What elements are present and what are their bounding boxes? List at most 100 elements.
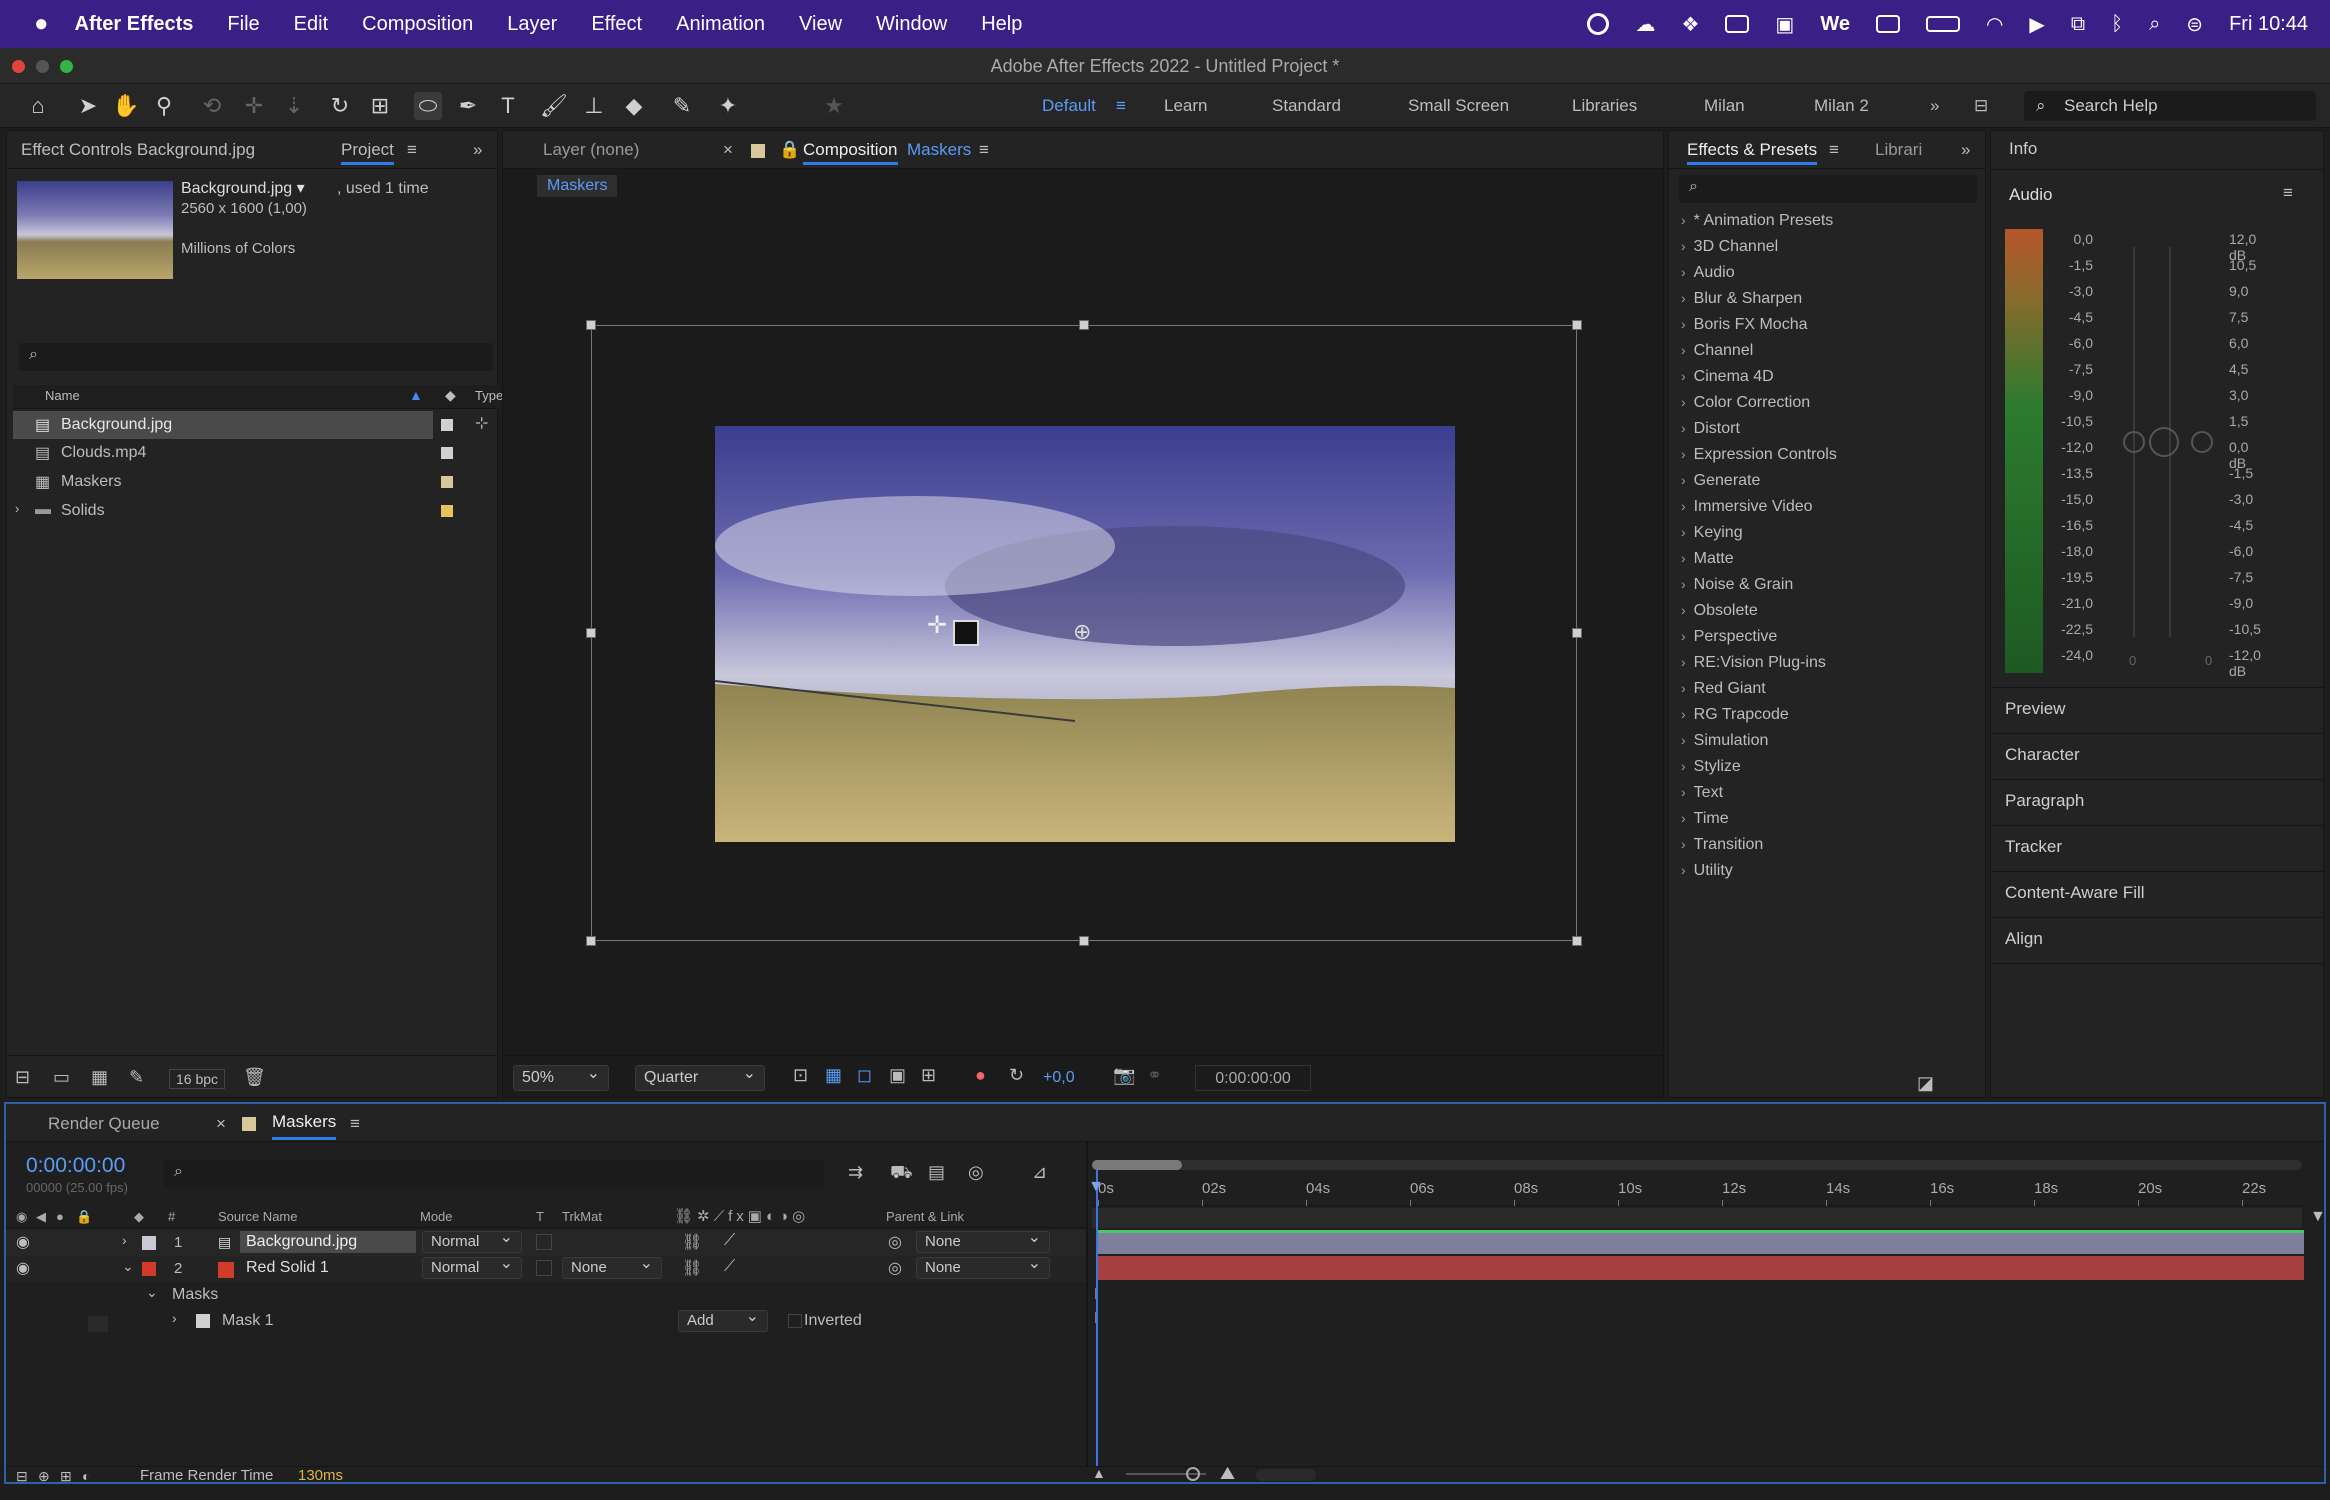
- shy-layers-icon[interactable]: ▤: [928, 1162, 945, 1183]
- project-item-clouds[interactable]: Clouds.mp4: [61, 439, 146, 467]
- minimize-window-button[interactable]: [36, 60, 49, 73]
- adjust-icon[interactable]: ✎: [129, 1067, 144, 1088]
- zoom-out-icon[interactable]: ▲: [1092, 1465, 1106, 1481]
- label-color[interactable]: [441, 505, 453, 517]
- eraser-tool-icon[interactable]: ◆: [620, 92, 648, 120]
- timeline-search-input[interactable]: ⌕: [164, 1160, 824, 1188]
- timeline-scroll[interactable]: [1256, 1469, 1316, 1481]
- label-col-icon[interactable]: ◆: [134, 1209, 144, 1225]
- guides-icon[interactable]: ⊞: [921, 1065, 936, 1086]
- visibility-eye-icon[interactable]: ◉: [16, 1258, 30, 1278]
- character-panel-header[interactable]: Character: [2005, 745, 2080, 765]
- clone-stamp-tool-icon[interactable]: ⊥: [580, 92, 608, 120]
- paragraph-panel-header[interactable]: Paragraph: [2005, 791, 2084, 811]
- preview-panel-header[interactable]: Preview: [2005, 699, 2065, 719]
- workspace-default[interactable]: Default: [1042, 96, 1096, 116]
- effect-category-item[interactable]: › Keying: [1681, 519, 1743, 545]
- mask-visibility-toggle[interactable]: [88, 1316, 108, 1332]
- resolution-dropdown[interactable]: Quarter: [635, 1062, 765, 1091]
- layer-bar-1[interactable]: [1096, 1230, 2304, 1254]
- zoom-tool-icon[interactable]: ⚲: [150, 92, 178, 120]
- cast-icon[interactable]: ▣: [1775, 12, 1794, 37]
- bbox-handle[interactable]: [1572, 628, 1582, 638]
- switches-col-icons[interactable]: ⛓✲⟋fx▣◐◑◎: [674, 1207, 809, 1225]
- mask-expand-chevron-icon[interactable]: ›: [172, 1310, 177, 1326]
- pan-tool-icon[interactable]: ✛: [240, 92, 268, 120]
- pickwhip-icon[interactable]: ◎: [888, 1232, 902, 1252]
- effect-category-item[interactable]: › Red Giant: [1681, 675, 1766, 701]
- spotlight-search-icon[interactable]: ⌕: [2149, 13, 2160, 36]
- effect-category-item[interactable]: › Color Correction: [1681, 389, 1810, 415]
- apple-icon[interactable]: ●: [34, 10, 49, 38]
- mask-mode-dropdown[interactable]: Add: [678, 1307, 768, 1332]
- project-item-solids[interactable]: Solids: [61, 497, 105, 525]
- layer-bar-2[interactable]: [1096, 1256, 2304, 1280]
- effect-category-item[interactable]: › Blur & Sharpen: [1681, 285, 1802, 311]
- label-icon[interactable]: ◆: [445, 387, 456, 404]
- toggle-modes-icon[interactable]: ⊕: [38, 1468, 50, 1485]
- workspace-menu-icon[interactable]: ≡: [1116, 96, 1126, 116]
- time-ruler[interactable]: 0s 02s 04s 06s 08s 10s 12s 14s 16s 18s 20s 22s: [1092, 1172, 2302, 1206]
- effect-category-item[interactable]: › Stylize: [1681, 753, 1741, 779]
- graph-editor-icon[interactable]: ⊿: [1032, 1162, 1047, 1183]
- bbox-handle[interactable]: [586, 320, 596, 330]
- panel-menu-icon[interactable]: ≡: [979, 131, 989, 169]
- play-icon[interactable]: ▶: [2029, 12, 2044, 37]
- workspace-small-screen[interactable]: Small Screen: [1408, 96, 1509, 116]
- effect-category-item[interactable]: › * Animation Presets: [1681, 207, 1833, 233]
- bluetooth-icon[interactable]: ᛒ: [2111, 13, 2123, 36]
- show-snapshot-icon[interactable]: ⚭: [1147, 1065, 1162, 1086]
- draft-3d-icon[interactable]: ⛟: [890, 1162, 913, 1186]
- app-icon[interactable]: [1725, 15, 1750, 33]
- tab-render-queue[interactable]: Render Queue: [48, 1114, 160, 1134]
- zoom-window-button[interactable]: [60, 60, 73, 73]
- lock-icon[interactable]: 🔒: [779, 131, 800, 169]
- snapshot-camera-icon[interactable]: 📷: [1113, 1065, 1135, 1086]
- masks-collapse-chevron-icon[interactable]: ⌄: [146, 1284, 158, 1301]
- effect-category-item[interactable]: › Noise & Grain: [1681, 571, 1793, 597]
- zoom-in-icon[interactable]: ⛰: [1220, 1463, 1235, 1484]
- tab-close-icon[interactable]: ×: [723, 131, 733, 169]
- toggle-in-out-icon[interactable]: ⊞: [60, 1468, 72, 1485]
- layer-parent-dropdown-1[interactable]: None: [916, 1228, 1050, 1253]
- workspace-libraries[interactable]: Libraries: [1572, 96, 1637, 116]
- control-center-icon[interactable]: ⊜: [2186, 12, 2203, 37]
- comp-marker-icon[interactable]: ▼: [2310, 1208, 2326, 1226]
- audio-slider-knob-center[interactable]: [2149, 427, 2179, 457]
- tab-close-icon[interactable]: ×: [216, 1114, 226, 1134]
- pen-tool-icon[interactable]: ✒: [454, 92, 482, 120]
- tracker-panel-header[interactable]: Tracker: [2005, 837, 2062, 857]
- align-panel-header[interactable]: Align: [2005, 929, 2043, 949]
- label-color[interactable]: [441, 447, 453, 459]
- render-time-icon[interactable]: ◐: [82, 1468, 90, 1484]
- menu-file[interactable]: File: [227, 13, 259, 36]
- panel-expand-icon[interactable]: »: [1961, 131, 1970, 169]
- sort-icon[interactable]: ▲: [409, 387, 423, 403]
- wifi-icon[interactable]: ◠: [1986, 12, 2003, 37]
- preserve-transparency-checkbox[interactable]: [536, 1234, 552, 1250]
- comp-breadcrumb[interactable]: Maskers: [537, 175, 618, 197]
- effect-category-item[interactable]: › 3D Channel: [1681, 233, 1778, 259]
- channel-icon[interactable]: ●: [975, 1065, 986, 1086]
- new-composition-icon[interactable]: ▦: [91, 1067, 108, 1088]
- effect-category-item[interactable]: › Generate: [1681, 467, 1760, 493]
- menu-app-name[interactable]: After Effects: [75, 13, 194, 36]
- transparency-grid-icon[interactable]: ▦: [825, 1065, 842, 1086]
- tab-libraries[interactable]: Librari: [1875, 131, 1922, 169]
- workspace-layout-icon[interactable]: ⊟: [1974, 96, 1988, 116]
- mask-visibility-icon[interactable]: ◻: [857, 1065, 872, 1086]
- mask-vertex-icon[interactable]: [953, 620, 979, 646]
- info-panel-header[interactable]: Info: [2009, 139, 2037, 159]
- layer-label-color[interactable]: [142, 1262, 156, 1276]
- col-trkmat[interactable]: TrkMat: [562, 1209, 602, 1224]
- workspace-milan[interactable]: Milan: [1704, 96, 1745, 116]
- anchor-tool-icon[interactable]: ⊞: [366, 92, 394, 120]
- tab-composition[interactable]: Composition: [803, 131, 898, 165]
- lock-col-icon[interactable]: 🔒: [76, 1209, 92, 1225]
- menu-effect[interactable]: Effect: [591, 13, 642, 36]
- new-folder-icon[interactable]: ▭: [53, 1067, 70, 1088]
- layer-expand-chevron-icon[interactable]: ›: [122, 1232, 127, 1248]
- motion-blur-icon[interactable]: ◎: [968, 1162, 984, 1183]
- effects-search-input[interactable]: ⌕: [1679, 175, 1977, 203]
- panel-expand-icon[interactable]: »: [473, 131, 482, 169]
